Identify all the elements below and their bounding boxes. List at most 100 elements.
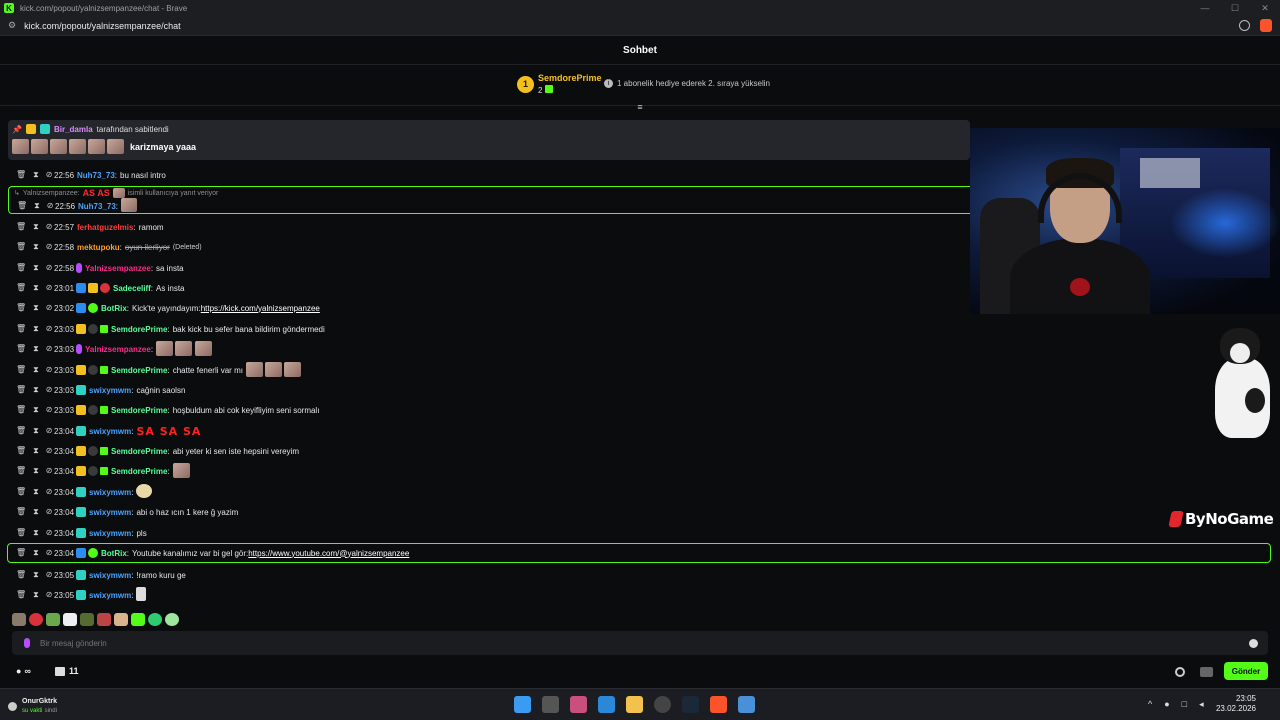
widgets[interactable]: OnurGktrk su vakti sindi [8, 698, 57, 714]
maximize-icon[interactable]: ☐ [1220, 0, 1250, 16]
delete-icon[interactable]: 🗑 [16, 303, 26, 313]
emote[interactable] [148, 613, 162, 626]
site-settings-icon[interactable]: ⚙ [8, 20, 16, 31]
ban-icon[interactable]: ⊘ [46, 344, 53, 354]
message-username[interactable]: swixymwm [89, 591, 131, 600]
steam-icon[interactable] [682, 696, 699, 713]
message-username[interactable]: swixymwm [89, 488, 131, 497]
windows-start-icon[interactable] [514, 696, 531, 713]
delete-icon[interactable]: 🗑 [16, 570, 26, 580]
delete-icon[interactable]: 🗑 [16, 528, 26, 538]
emote[interactable] [114, 613, 128, 626]
ban-icon[interactable]: ⊘ [46, 590, 53, 600]
ban-icon[interactable]: ⊘ [46, 324, 53, 334]
display-icon[interactable]: □ [1182, 699, 1187, 710]
timeout-icon[interactable]: ⧗ [33, 446, 39, 456]
ban-icon[interactable]: ⊘ [46, 487, 53, 497]
message-username[interactable]: swixymwm [89, 508, 131, 517]
snipping-tool-icon[interactable] [570, 696, 587, 713]
delete-icon[interactable]: 🗑 [16, 426, 26, 436]
ban-icon[interactable]: ⊘ [47, 201, 54, 211]
timeout-icon[interactable]: ⧗ [33, 487, 39, 497]
delete-icon[interactable]: 🗑 [16, 263, 26, 273]
timeout-icon[interactable]: ⧗ [33, 263, 39, 273]
timeout-icon[interactable]: ⧗ [33, 426, 39, 436]
app-icon[interactable] [738, 696, 755, 713]
delete-icon[interactable]: 🗑 [16, 324, 26, 334]
delete-icon[interactable]: 🗑 [17, 201, 27, 211]
emote[interactable] [97, 613, 111, 626]
emote[interactable] [12, 613, 26, 626]
chat-input[interactable] [40, 638, 1190, 648]
delete-icon[interactable]: 🗑 [16, 344, 26, 354]
timeout-icon[interactable]: ⧗ [33, 324, 39, 334]
ban-icon[interactable]: ⊘ [46, 466, 53, 476]
ban-icon[interactable]: ⊘ [46, 365, 53, 375]
volume-icon[interactable]: ◂ [1199, 699, 1204, 710]
message-username[interactable]: SemdorePrime [111, 447, 167, 456]
ban-icon[interactable]: ⊘ [46, 570, 53, 580]
message-username[interactable]: swixymwm [89, 571, 131, 580]
delete-icon[interactable]: 🗑 [16, 365, 26, 375]
message-link[interactable]: https://kick.com/yalnizsempanzee [201, 304, 320, 313]
top-gifter[interactable]: 1 SemdorePrime 2 [517, 73, 602, 95]
send-button[interactable]: Gönder [1224, 662, 1268, 680]
brave-icon[interactable] [710, 696, 727, 713]
timeout-icon[interactable]: ⧗ [33, 303, 39, 313]
message-username[interactable]: SemdorePrime [111, 467, 167, 476]
emote[interactable] [29, 613, 43, 626]
delete-icon[interactable]: 🗑 [16, 466, 26, 476]
emote[interactable] [80, 613, 94, 626]
message-username[interactable]: mektupoku [77, 243, 120, 252]
delete-icon[interactable]: 🗑 [16, 170, 26, 180]
emote[interactable] [63, 613, 77, 626]
delete-icon[interactable]: 🗑 [16, 590, 26, 600]
reply-target[interactable]: Yalnizsempanzee: [23, 190, 80, 197]
ban-icon[interactable]: ⊘ [46, 385, 53, 395]
timeout-icon[interactable]: ⧗ [33, 283, 39, 293]
emote[interactable] [131, 613, 145, 626]
ban-icon[interactable]: ⊘ [46, 242, 53, 252]
delete-icon[interactable]: 🗑 [16, 242, 26, 252]
channel-points[interactable]: ● ∞ [16, 666, 31, 676]
delete-icon[interactable]: 🗑 [16, 405, 26, 415]
brave-shields-icon[interactable] [1260, 19, 1272, 32]
chevron-up-icon[interactable]: ^ [1148, 699, 1152, 710]
timeout-icon[interactable]: ⧗ [33, 405, 39, 415]
timeout-icon[interactable]: ⧗ [33, 528, 39, 538]
settings-icon[interactable] [1175, 667, 1185, 677]
timeout-icon[interactable]: ⧗ [33, 365, 39, 375]
delete-icon[interactable]: 🗑 [16, 446, 26, 456]
timeout-icon[interactable]: ⧗ [33, 507, 39, 517]
microphone-icon[interactable]: ● [1164, 699, 1169, 710]
message-username[interactable]: ferhatguzelmis [77, 223, 133, 232]
emote[interactable] [165, 613, 179, 626]
delete-icon[interactable]: 🗑 [16, 385, 26, 395]
ban-icon[interactable]: ⊘ [46, 405, 53, 415]
message-username[interactable]: Nuh73_73 [78, 202, 116, 211]
photos-icon[interactable] [598, 696, 615, 713]
task-view-icon[interactable] [542, 696, 559, 713]
close-icon[interactable]: ✕ [1250, 0, 1280, 16]
message-username[interactable]: BotRix [101, 304, 127, 313]
emoji-picker-icon[interactable] [1249, 638, 1258, 648]
ban-icon[interactable]: ⊘ [46, 263, 53, 273]
minimize-icon[interactable]: — [1190, 0, 1220, 16]
message-username[interactable]: Yalnizsempanzee [85, 264, 151, 273]
timeout-icon[interactable]: ⧗ [33, 170, 39, 180]
message-username[interactable]: SemdorePrime [111, 366, 167, 375]
clock[interactable]: 23:05 23.02.2026 [1216, 694, 1256, 714]
delete-icon[interactable]: 🗑 [16, 222, 26, 232]
message-username[interactable]: SemdorePrime [111, 406, 167, 415]
delete-icon[interactable]: 🗑 [16, 507, 26, 517]
ban-icon[interactable]: ⊘ [46, 528, 53, 538]
crown-icon[interactable] [1200, 667, 1213, 677]
timeout-icon[interactable]: ⧗ [33, 344, 39, 354]
delete-icon[interactable]: 🗑 [16, 487, 26, 497]
timeout-icon[interactable]: ⧗ [33, 242, 39, 252]
message-username[interactable]: swixymwm [89, 386, 131, 395]
file-explorer-icon[interactable] [626, 696, 643, 713]
ban-icon[interactable]: ⊘ [46, 303, 53, 313]
ban-icon[interactable]: ⊘ [46, 222, 53, 232]
timeout-icon[interactable]: ⧗ [33, 590, 39, 600]
